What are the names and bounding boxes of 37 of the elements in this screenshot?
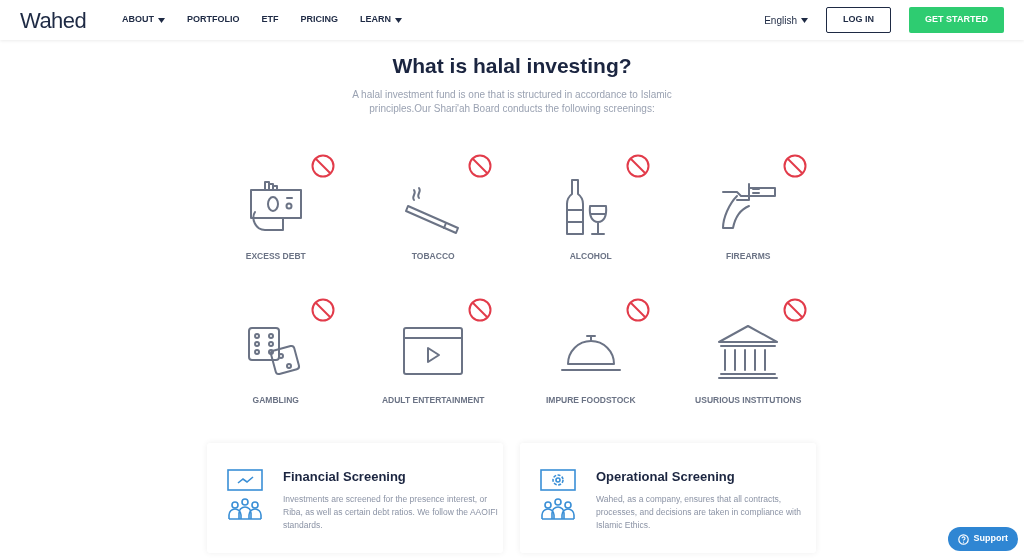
prohibited-icon (783, 153, 807, 178)
nav-link[interactable]: PORTFOLIO (187, 13, 240, 27)
prohibited-icon (310, 298, 335, 323)
screening-label: ALCOHOL (569, 249, 612, 263)
card-title: Operational Screening (596, 468, 736, 486)
screening-label: IMPURE FOODSTOCK (545, 394, 636, 407)
nav-link[interactable]: PRICING (300, 13, 338, 27)
gear-and-people-icon (540, 467, 576, 521)
caret-icon (801, 17, 808, 23)
wahed-logo[interactable]: Wahed (20, 3, 120, 37)
help-icon (957, 533, 969, 545)
card-description: Wahed, as a company, ensures that all contracts, processes, and decisions are taken in compliance with Islamic Ethics. (596, 492, 803, 532)
prohibited-icon (625, 298, 650, 323)
prohibited-icon (783, 298, 807, 323)
prohibited-icon (310, 153, 335, 178)
screening-label: GAMBLING (252, 394, 299, 407)
intro-paragraph: A halal investment fund is one that is structured in accordance to Islamic principles.Our Shari'ah Board conducts the following screenings: (351, 87, 673, 116)
chart-and-people-icon (227, 467, 263, 521)
caret-icon (395, 17, 402, 23)
language-selector[interactable]: English (764, 12, 808, 28)
support-button[interactable]: Support (947, 527, 1018, 551)
nav-link[interactable]: ETF (261, 13, 279, 27)
prohibited-icon (625, 153, 650, 178)
caret-icon (158, 17, 165, 23)
screening-label: FIREARMS (726, 249, 771, 263)
card-title: Financial Screening (283, 468, 407, 486)
screening-label: EXCESS DEBT (245, 249, 306, 263)
prohibited-icon (468, 298, 492, 323)
prohibited-icon (468, 153, 492, 178)
login-button[interactable]: LOG IN (826, 7, 891, 33)
card-description: Investments are screened for the presence interest, or Riba, as well as certain debt ratios. We follow the AAOIFI standards. (283, 492, 498, 532)
screening-label: USURIOUS INSTITUTIONS (695, 394, 802, 407)
screening-label: TOBACCO (411, 249, 455, 263)
section-title: What is halal investing? (391, 53, 633, 79)
nav-link[interactable]: LEARN (360, 13, 402, 27)
nav-link[interactable]: ABOUT (122, 13, 165, 27)
screening-label: ADULT ENTERTAINMENT (381, 394, 485, 407)
